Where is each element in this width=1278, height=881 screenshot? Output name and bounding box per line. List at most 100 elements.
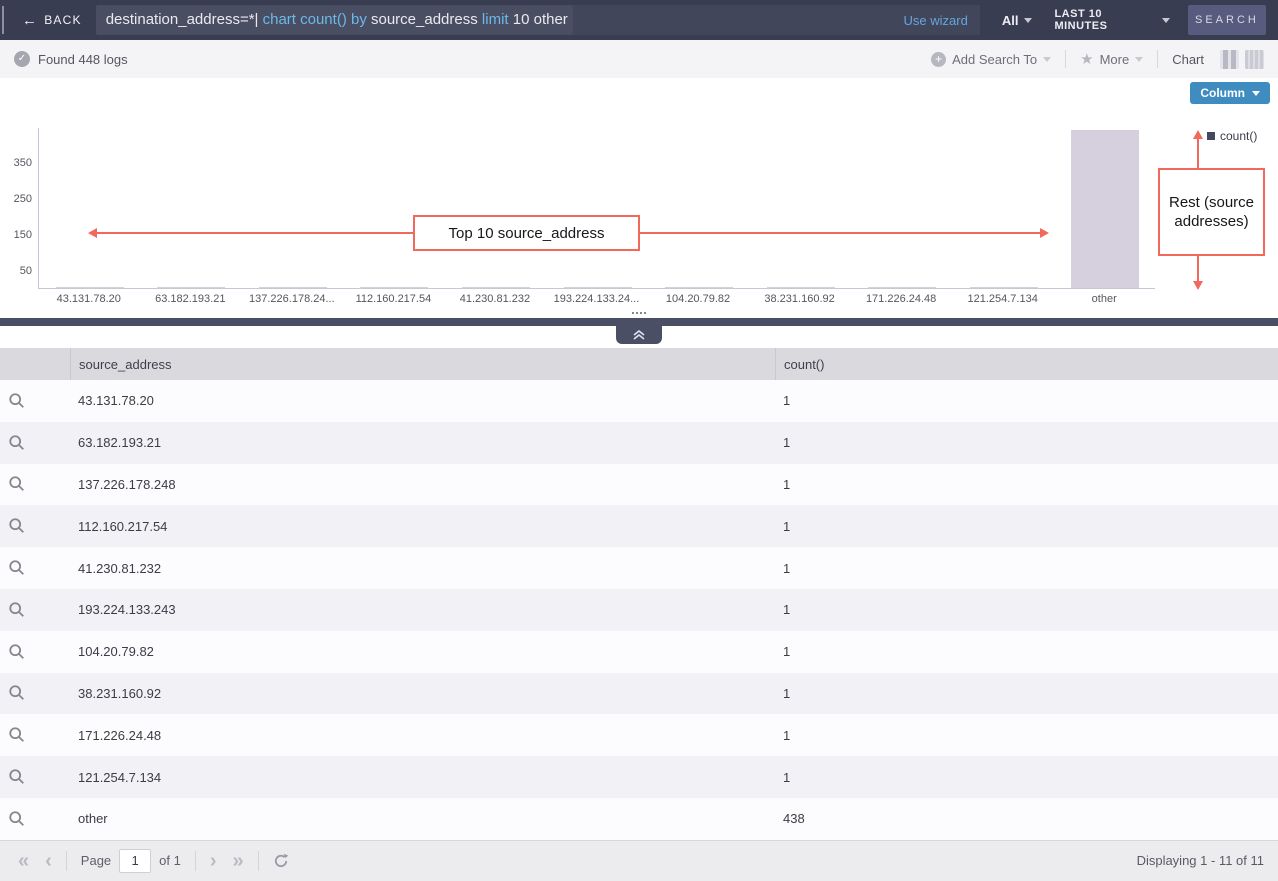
chart-bar[interactable] <box>767 287 835 288</box>
row-icon-cell <box>0 517 70 535</box>
drag-handle-icon[interactable] <box>632 312 646 314</box>
source-address-cell: 104.20.79.82 <box>70 644 775 659</box>
row-icon-cell <box>0 392 70 410</box>
x-axis-label: other <box>1053 293 1155 307</box>
time-range-value: LAST 10 MINUTES <box>1054 8 1155 32</box>
divider <box>195 851 196 871</box>
annotation-rest-text: Rest (source addresses) <box>1166 193 1258 231</box>
back-button[interactable]: ← BACK <box>0 12 96 29</box>
table-row: 38.231.160.921 <box>0 673 1278 715</box>
page-number-input[interactable] <box>119 849 151 873</box>
table-header-row: source_address count() <box>0 348 1278 380</box>
panel-splitter[interactable] <box>0 318 1278 326</box>
source-address-column-header[interactable]: source_address <box>70 348 775 380</box>
search-icon[interactable] <box>8 643 26 661</box>
count-cell: 1 <box>775 602 1278 617</box>
back-label: BACK <box>44 13 81 27</box>
rest-up-arrow <box>1197 138 1199 168</box>
row-icon-cell <box>0 726 70 744</box>
chart-type-dropdown[interactable]: Column <box>1190 82 1270 104</box>
page-label: Page <box>81 853 111 868</box>
chart-bar[interactable] <box>157 287 225 288</box>
table-row: 63.182.193.211 <box>0 422 1278 464</box>
count-column-header[interactable]: count() <box>775 348 1278 380</box>
chart-bar[interactable] <box>868 287 936 288</box>
x-axis-label: 104.20.79.82 <box>647 293 749 307</box>
chart-panel: Column count() Top 10 source_address Res… <box>0 78 1278 318</box>
time-range-dropdown[interactable]: LAST 10 MINUTES <box>1054 8 1169 32</box>
use-wizard-link[interactable]: Use wizard <box>904 13 968 28</box>
count-cell: 1 <box>775 728 1278 743</box>
chart-bar[interactable] <box>970 287 1038 288</box>
search-icon[interactable] <box>8 517 26 535</box>
double-chevron-up-icon <box>632 330 646 340</box>
add-search-to-label: Add Search To <box>952 52 1037 67</box>
refresh-button[interactable] <box>265 853 297 869</box>
query-token: chart count() <box>263 11 347 28</box>
legend-label: count() <box>1220 129 1257 143</box>
chevron-down-icon <box>1162 18 1170 23</box>
table-row: 193.224.133.2431 <box>0 589 1278 631</box>
chart-view-icon[interactable] <box>1220 50 1239 69</box>
search-icon[interactable] <box>8 559 26 577</box>
page-of-label: of 1 <box>159 853 181 868</box>
rest-down-arrow <box>1197 256 1199 282</box>
chart-bar[interactable] <box>56 287 124 288</box>
chart-bar[interactable] <box>360 287 428 288</box>
add-search-to-dropdown[interactable]: + Add Search To <box>931 52 1051 67</box>
source-address-cell: other <box>70 811 775 826</box>
next-page-button[interactable]: › <box>202 851 225 871</box>
row-icon-cell <box>0 559 70 577</box>
scope-value: All <box>1002 13 1019 28</box>
pagination-bar: « ‹ Page of 1 › » Displaying 1 - 11 of 1… <box>0 840 1278 881</box>
source-address-cell: 112.160.217.54 <box>70 519 775 534</box>
chart-bar[interactable] <box>564 287 632 288</box>
source-address-cell: 63.182.193.21 <box>70 435 775 450</box>
plus-circle-icon: + <box>931 52 946 67</box>
left-edge-divider <box>2 6 4 34</box>
row-icon-cell <box>0 810 70 828</box>
refresh-icon <box>273 853 289 869</box>
more-label: More <box>1100 52 1130 67</box>
results-table: source_address count() 43.131.78.20163.1… <box>0 348 1278 840</box>
search-icon[interactable] <box>8 726 26 744</box>
count-cell: 1 <box>775 393 1278 408</box>
last-page-button[interactable]: » <box>225 851 252 871</box>
table-row: 171.226.24.481 <box>0 714 1278 756</box>
count-cell: 1 <box>775 561 1278 576</box>
x-axis-label: 43.131.78.20 <box>38 293 140 307</box>
collapse-chart-button[interactable] <box>616 326 662 344</box>
table-row: 121.254.7.1341 <box>0 756 1278 798</box>
more-dropdown[interactable]: ★ More <box>1080 50 1143 68</box>
search-icon[interactable] <box>8 475 26 493</box>
chart-label: Chart <box>1172 52 1204 67</box>
x-axis-label: 38.231.160.92 <box>749 293 851 307</box>
prev-page-button[interactable]: ‹ <box>37 851 60 871</box>
chart-bar[interactable] <box>665 287 733 288</box>
scope-dropdown[interactable]: All <box>1002 13 1033 28</box>
chevron-down-icon <box>1043 57 1051 62</box>
count-cell: 1 <box>775 644 1278 659</box>
search-icon[interactable] <box>8 768 26 786</box>
source-address-cell: 171.226.24.48 <box>70 728 775 743</box>
search-icon[interactable] <box>8 810 26 828</box>
search-button[interactable]: SEARCH <box>1188 5 1266 35</box>
chart-bar[interactable] <box>259 287 327 288</box>
x-axis-label: 121.254.7.134 <box>952 293 1054 307</box>
search-query-input[interactable]: destination_address=*| chart count() by … <box>96 5 573 35</box>
search-icon[interactable] <box>8 392 26 410</box>
x-axis-label: 137.226.178.24... <box>241 293 343 307</box>
search-icon[interactable] <box>8 434 26 452</box>
first-page-button[interactable]: « <box>10 851 37 871</box>
search-icon[interactable] <box>8 601 26 619</box>
chart-bar[interactable] <box>1071 130 1139 288</box>
search-icon[interactable] <box>8 684 26 702</box>
displaying-range-text: Displaying 1 - 11 of 11 <box>1137 853 1268 868</box>
chart-bar[interactable] <box>462 287 530 288</box>
status-bar: ✓ Found 448 logs + Add Search To ★ More … <box>0 40 1278 78</box>
source-address-cell: 41.230.81.232 <box>70 561 775 576</box>
table-row: 137.226.178.2481 <box>0 464 1278 506</box>
chevron-down-icon <box>1252 91 1260 96</box>
grid-view-icon[interactable] <box>1245 50 1264 69</box>
x-axis-label: 63.182.193.21 <box>140 293 242 307</box>
